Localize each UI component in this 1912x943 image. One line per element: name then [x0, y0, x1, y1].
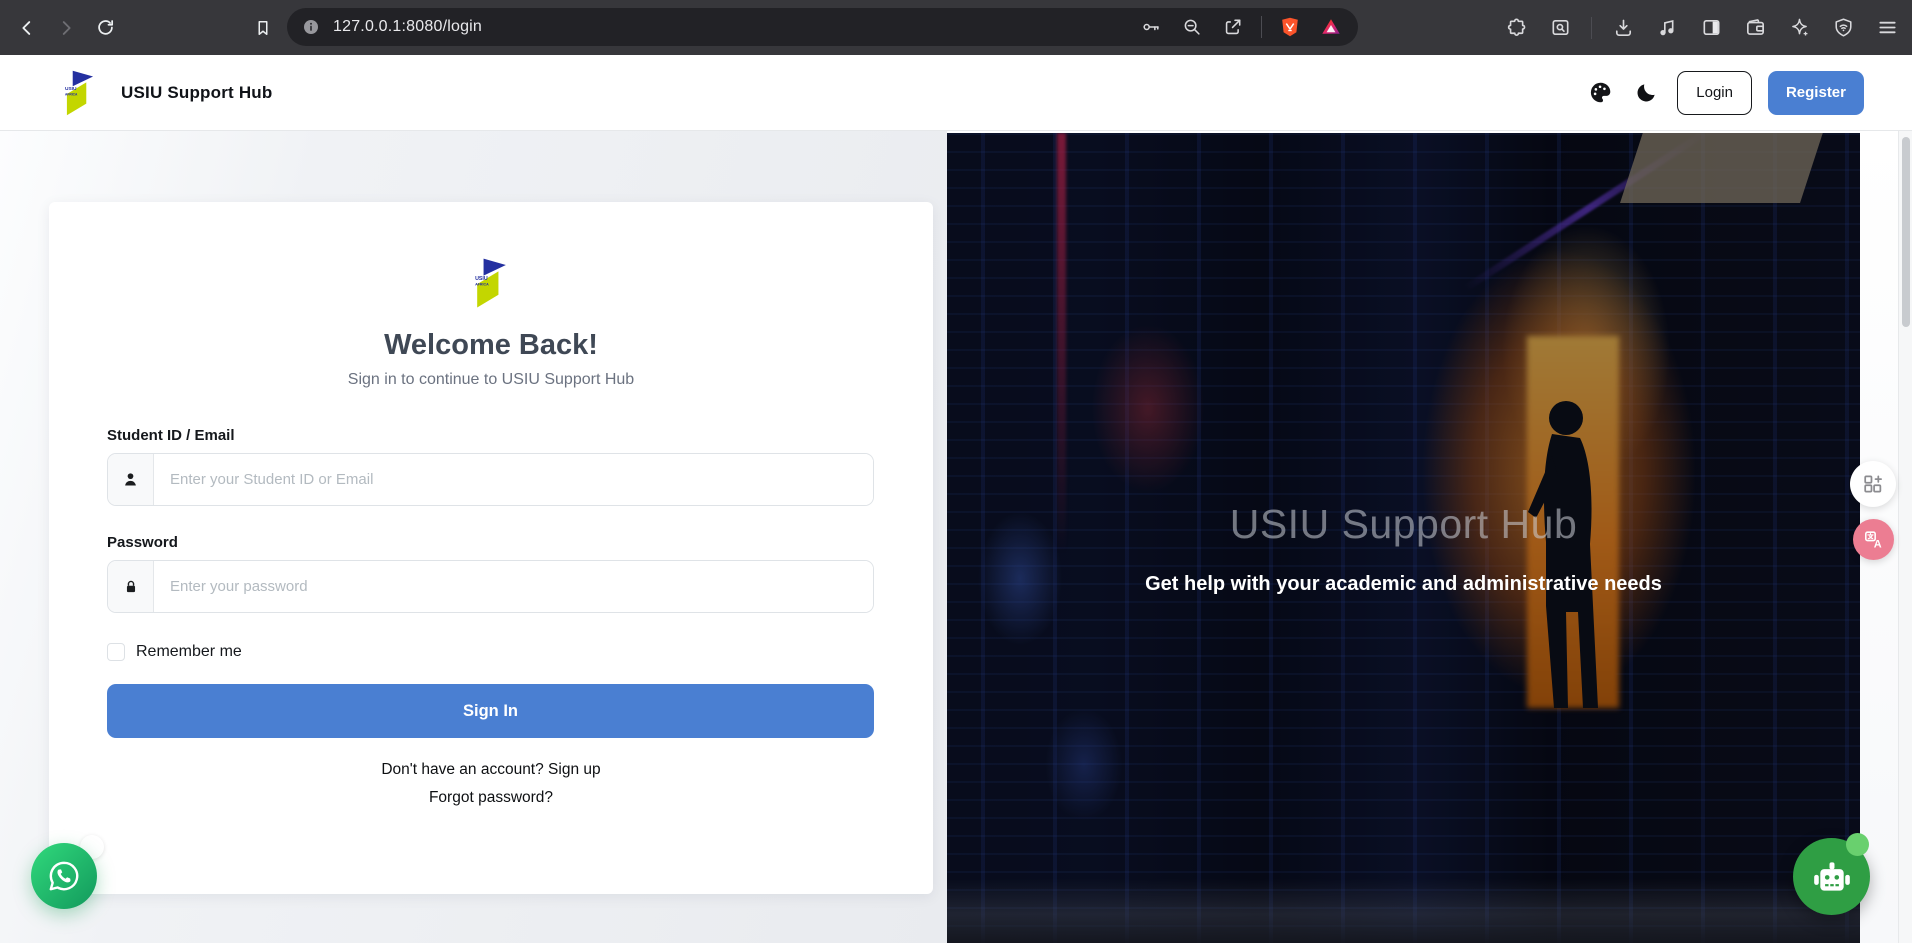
logo-text-1: USIU: [475, 276, 488, 282]
remember-me-label: Remember me: [136, 643, 242, 661]
student-id-input-group: [107, 453, 874, 506]
reload-icon[interactable]: [92, 15, 118, 41]
hero-subtitle: Get help with your academic and administ…: [947, 573, 1860, 596]
share-icon[interactable]: [1220, 14, 1246, 40]
site-info-icon[interactable]: [301, 17, 321, 37]
translate-icon: A: [1861, 527, 1886, 552]
whatsapp-button[interactable]: [31, 843, 97, 909]
logo-text-2: AFRICA: [475, 283, 489, 287]
zoom-out-icon[interactable]: [1179, 14, 1205, 40]
key-icon[interactable]: [1138, 14, 1164, 40]
menu-icon[interactable]: [1874, 15, 1900, 41]
student-id-input[interactable]: [154, 454, 873, 505]
hero-title: USIU Support Hub: [947, 501, 1860, 548]
remember-me-checkbox[interactable]: [107, 643, 125, 661]
register-button[interactable]: Register: [1768, 71, 1864, 115]
extensions-icon[interactable]: [1503, 15, 1529, 41]
usiu-logo-icon: USIU AFRICA: [64, 70, 95, 116]
student-id-label: Student ID / Email: [107, 427, 875, 444]
brand-title: USIU Support Hub: [121, 83, 272, 103]
brave-shield-icon[interactable]: [1277, 14, 1303, 40]
vpn-shield-icon[interactable]: [1830, 15, 1856, 41]
logo-text-1: USIU: [65, 86, 77, 92]
password-input-group: [107, 560, 874, 613]
dark-mode-moon-icon[interactable]: [1631, 78, 1661, 108]
bat-rewards-icon[interactable]: [1318, 14, 1344, 40]
leo-ai-icon[interactable]: [1786, 15, 1812, 41]
divider: [1261, 16, 1262, 38]
sign-up-link[interactable]: Don't have an account? Sign up: [107, 761, 875, 779]
palette-icon[interactable]: [1585, 78, 1615, 108]
forgot-password-link[interactable]: Forgot password?: [107, 789, 875, 807]
login-card: USIU AFRICA Welcome Back! Sign in to con…: [49, 202, 933, 894]
login-button[interactable]: Login: [1677, 71, 1752, 115]
user-icon: [108, 454, 154, 505]
usiu-logo-icon: USIU AFRICA: [474, 258, 508, 308]
site-navbar: USIU AFRICA USIU Support Hub Login Regis…: [0, 55, 1912, 131]
sign-in-button[interactable]: Sign In: [107, 684, 874, 738]
login-pane: USIU AFRICA Welcome Back! Sign in to con…: [0, 131, 947, 943]
sidebar-icon[interactable]: [1698, 15, 1724, 41]
page-title: Welcome Back!: [107, 329, 875, 362]
bookmark-icon[interactable]: [250, 15, 276, 41]
whatsapp-icon: [46, 858, 82, 894]
url-text[interactable]: 127.0.0.1:8080/login: [333, 18, 1138, 36]
back-icon[interactable]: [14, 15, 40, 41]
divider: [1591, 17, 1592, 39]
browser-chrome: 127.0.0.1:8080/login: [0, 0, 1912, 55]
downloads-icon[interactable]: [1610, 15, 1636, 41]
tab-search-icon[interactable]: [1547, 15, 1573, 41]
page-content: USIU AFRICA Welcome Back! Sign in to con…: [0, 131, 1912, 943]
address-bar[interactable]: 127.0.0.1:8080/login: [287, 8, 1358, 46]
hero-panel: USIU Support Hub Get help with your acad…: [947, 133, 1860, 943]
scrollbar-track[interactable]: [1898, 131, 1912, 943]
lock-icon: [108, 561, 154, 612]
forward-icon[interactable]: [53, 15, 79, 41]
password-input[interactable]: [154, 561, 873, 612]
logo-text-2: AFRICA: [65, 92, 78, 96]
wallet-icon[interactable]: [1742, 15, 1768, 41]
bot-status-dot: [1846, 833, 1869, 856]
robot-icon: [1809, 854, 1855, 900]
scrollbar-thumb[interactable]: [1902, 137, 1910, 327]
password-label: Password: [107, 534, 875, 551]
widgets-icon: [1860, 471, 1886, 497]
svg-text:A: A: [1874, 538, 1882, 550]
page-subtitle: Sign in to continue to USIU Support Hub: [107, 371, 875, 389]
brand[interactable]: USIU AFRICA USIU Support Hub: [64, 70, 272, 116]
media-icon[interactable]: [1654, 15, 1680, 41]
